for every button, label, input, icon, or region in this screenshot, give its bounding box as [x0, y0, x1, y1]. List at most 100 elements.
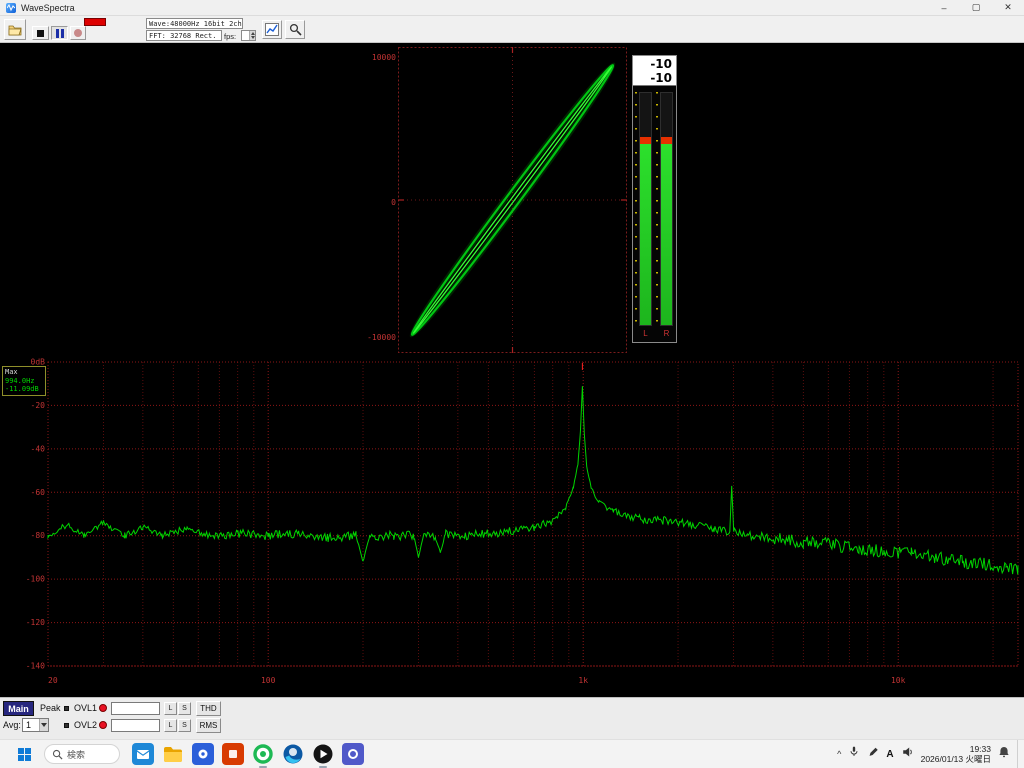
ime-indicator[interactable]: A: [886, 749, 893, 760]
peak-label: Peak: [40, 703, 61, 713]
s-button-2[interactable]: S: [178, 719, 191, 732]
s-button-1[interactable]: S: [178, 702, 191, 715]
record-button[interactable]: [70, 26, 86, 40]
wave-info-field: Wave:48000Hz 16bit 2ch: [146, 18, 243, 29]
taskbar-clock[interactable]: 19:33 2026/01/13 火曜日: [921, 744, 991, 764]
search-label: 検索: [67, 748, 85, 761]
options-button[interactable]: [285, 20, 305, 39]
app-icon-file-explorer[interactable]: [160, 742, 185, 767]
fps-label: fps:: [224, 32, 236, 41]
microphone-icon[interactable]: [848, 745, 860, 763]
svg-text:-20: -20: [31, 401, 46, 410]
pause-button[interactable]: [51, 26, 68, 40]
ovl1-indicator[interactable]: [99, 704, 107, 712]
window-title: WaveSpectra: [21, 3, 75, 13]
ovl2-indicator[interactable]: [99, 721, 107, 729]
meter-bar-left: [639, 92, 652, 326]
fps-spinner[interactable]: [249, 31, 255, 40]
graph-settings-icon: [265, 23, 279, 36]
peak-info-title: Max: [5, 368, 43, 377]
toolbar: Wave:48000Hz 16bit 2ch FFT: 32768 Rect. …: [0, 16, 1024, 43]
scope-axis-label-mid: 0: [356, 198, 396, 207]
l-button-1[interactable]: L: [164, 702, 177, 715]
scope-plot: [398, 47, 627, 353]
app-icon-chrome[interactable]: [250, 742, 275, 767]
meter-channel-labels: L R: [633, 329, 676, 341]
control-panel: Main Peak OVL1 L S THD Avg: 1 OVL2 L S R…: [0, 697, 1024, 739]
open-file-button[interactable]: [4, 19, 26, 40]
wavespectra-window: WaveSpectra – ▢ ✕ Wave:48000Hz 16bit 2ch…: [0, 0, 1024, 768]
peak-info-freq: 994.0Hz: [5, 377, 43, 386]
svg-text:10k: 10k: [891, 676, 906, 685]
meter-bar-right: [660, 92, 673, 326]
overlay1-input[interactable]: [111, 702, 160, 715]
spectrum-section: 0dB-20-40-60-80-100-120-140201001k10k Ma…: [0, 356, 1024, 697]
speaker-icon[interactable]: [901, 745, 914, 763]
minimize-button[interactable]: –: [928, 0, 960, 15]
overlay2-input[interactable]: [111, 719, 160, 732]
app-icon-media-player[interactable]: [310, 742, 335, 767]
maximize-button[interactable]: ▢: [960, 0, 992, 15]
taskbar-search[interactable]: 検索: [44, 744, 120, 764]
window-controls: – ▢ ✕: [928, 0, 1024, 15]
meter-reading-left: -10: [633, 57, 672, 71]
app-icon-recorder[interactable]: [220, 742, 245, 767]
display-settings-button[interactable]: [262, 20, 282, 39]
show-desktop-strip[interactable]: [1017, 740, 1020, 768]
svg-text:-40: -40: [31, 444, 46, 453]
clock-date: 2026/01/13 火曜日: [921, 754, 991, 764]
window-titlebar: WaveSpectra – ▢ ✕: [0, 0, 1024, 16]
avg-select[interactable]: 1: [22, 718, 49, 732]
running-indicator: [319, 766, 327, 768]
svg-text:20: 20: [48, 676, 58, 685]
ovl2-label: OVL2: [74, 720, 97, 730]
stop-button[interactable]: [32, 26, 49, 40]
clock-time: 19:33: [921, 744, 991, 754]
record-indicator: [84, 18, 106, 26]
svg-text:-140: -140: [26, 662, 45, 671]
svg-text:1k: 1k: [578, 676, 588, 685]
main-tab-button[interactable]: Main: [3, 701, 34, 716]
search-icon: [52, 749, 63, 760]
taskbar-apps: [130, 742, 365, 767]
chevron-down-icon[interactable]: [39, 719, 48, 731]
meter-channel-right: R: [660, 329, 673, 338]
hidden-icons-chevron[interactable]: ^: [837, 749, 841, 759]
fps-field[interactable]: [241, 30, 256, 41]
open-folder-icon: [8, 24, 22, 36]
meter-readings: -10 -10: [633, 56, 676, 86]
fft-info-field: FFT: 32768 Rect.: [146, 30, 222, 41]
close-button[interactable]: ✕: [992, 0, 1024, 15]
svg-text:100: 100: [261, 676, 276, 685]
ovl1-swatch: [64, 706, 69, 711]
l-button-2[interactable]: L: [164, 719, 177, 732]
pen-icon[interactable]: [867, 745, 879, 763]
start-button[interactable]: [12, 742, 36, 766]
meter-scale-ticks-right: [656, 92, 658, 326]
rms-button[interactable]: RMS: [196, 718, 221, 733]
meter-scale-ticks-left: [635, 92, 637, 326]
meter-fill-left: [640, 144, 651, 325]
app-icon-edge[interactable]: [280, 742, 305, 767]
svg-text:-120: -120: [26, 618, 45, 627]
meter-channel-left: L: [639, 329, 652, 338]
scope-section: 10000 0 -10000 -10 -10 L R: [0, 43, 1024, 356]
spectrum-plot[interactable]: 0dB-20-40-60-80-100-120-140201001k10k: [0, 356, 1024, 697]
pause-icon: [56, 29, 64, 38]
svg-text:-100: -100: [26, 575, 45, 584]
meter-peak-left: [640, 137, 651, 144]
taskbar: 検索: [0, 739, 1024, 768]
peak-info-box: Max 994.0Hz -11.09dB: [2, 366, 46, 396]
app-icon-media[interactable]: [190, 742, 215, 767]
app-icon-mail[interactable]: [130, 742, 155, 767]
meter-peak-right: [661, 137, 672, 144]
thd-button[interactable]: THD: [196, 701, 221, 716]
record-icon: [74, 29, 82, 37]
app-icon-settings[interactable]: [340, 742, 365, 767]
notification-bell-icon[interactable]: [998, 745, 1010, 763]
svg-text:-60: -60: [31, 488, 46, 497]
stop-icon: [37, 30, 44, 37]
avg-value: 1: [26, 720, 31, 730]
system-tray: ^ A 19:33 2026/01/13 火曜日: [837, 740, 1020, 768]
level-meter-panel: -10 -10 L R: [632, 55, 677, 343]
